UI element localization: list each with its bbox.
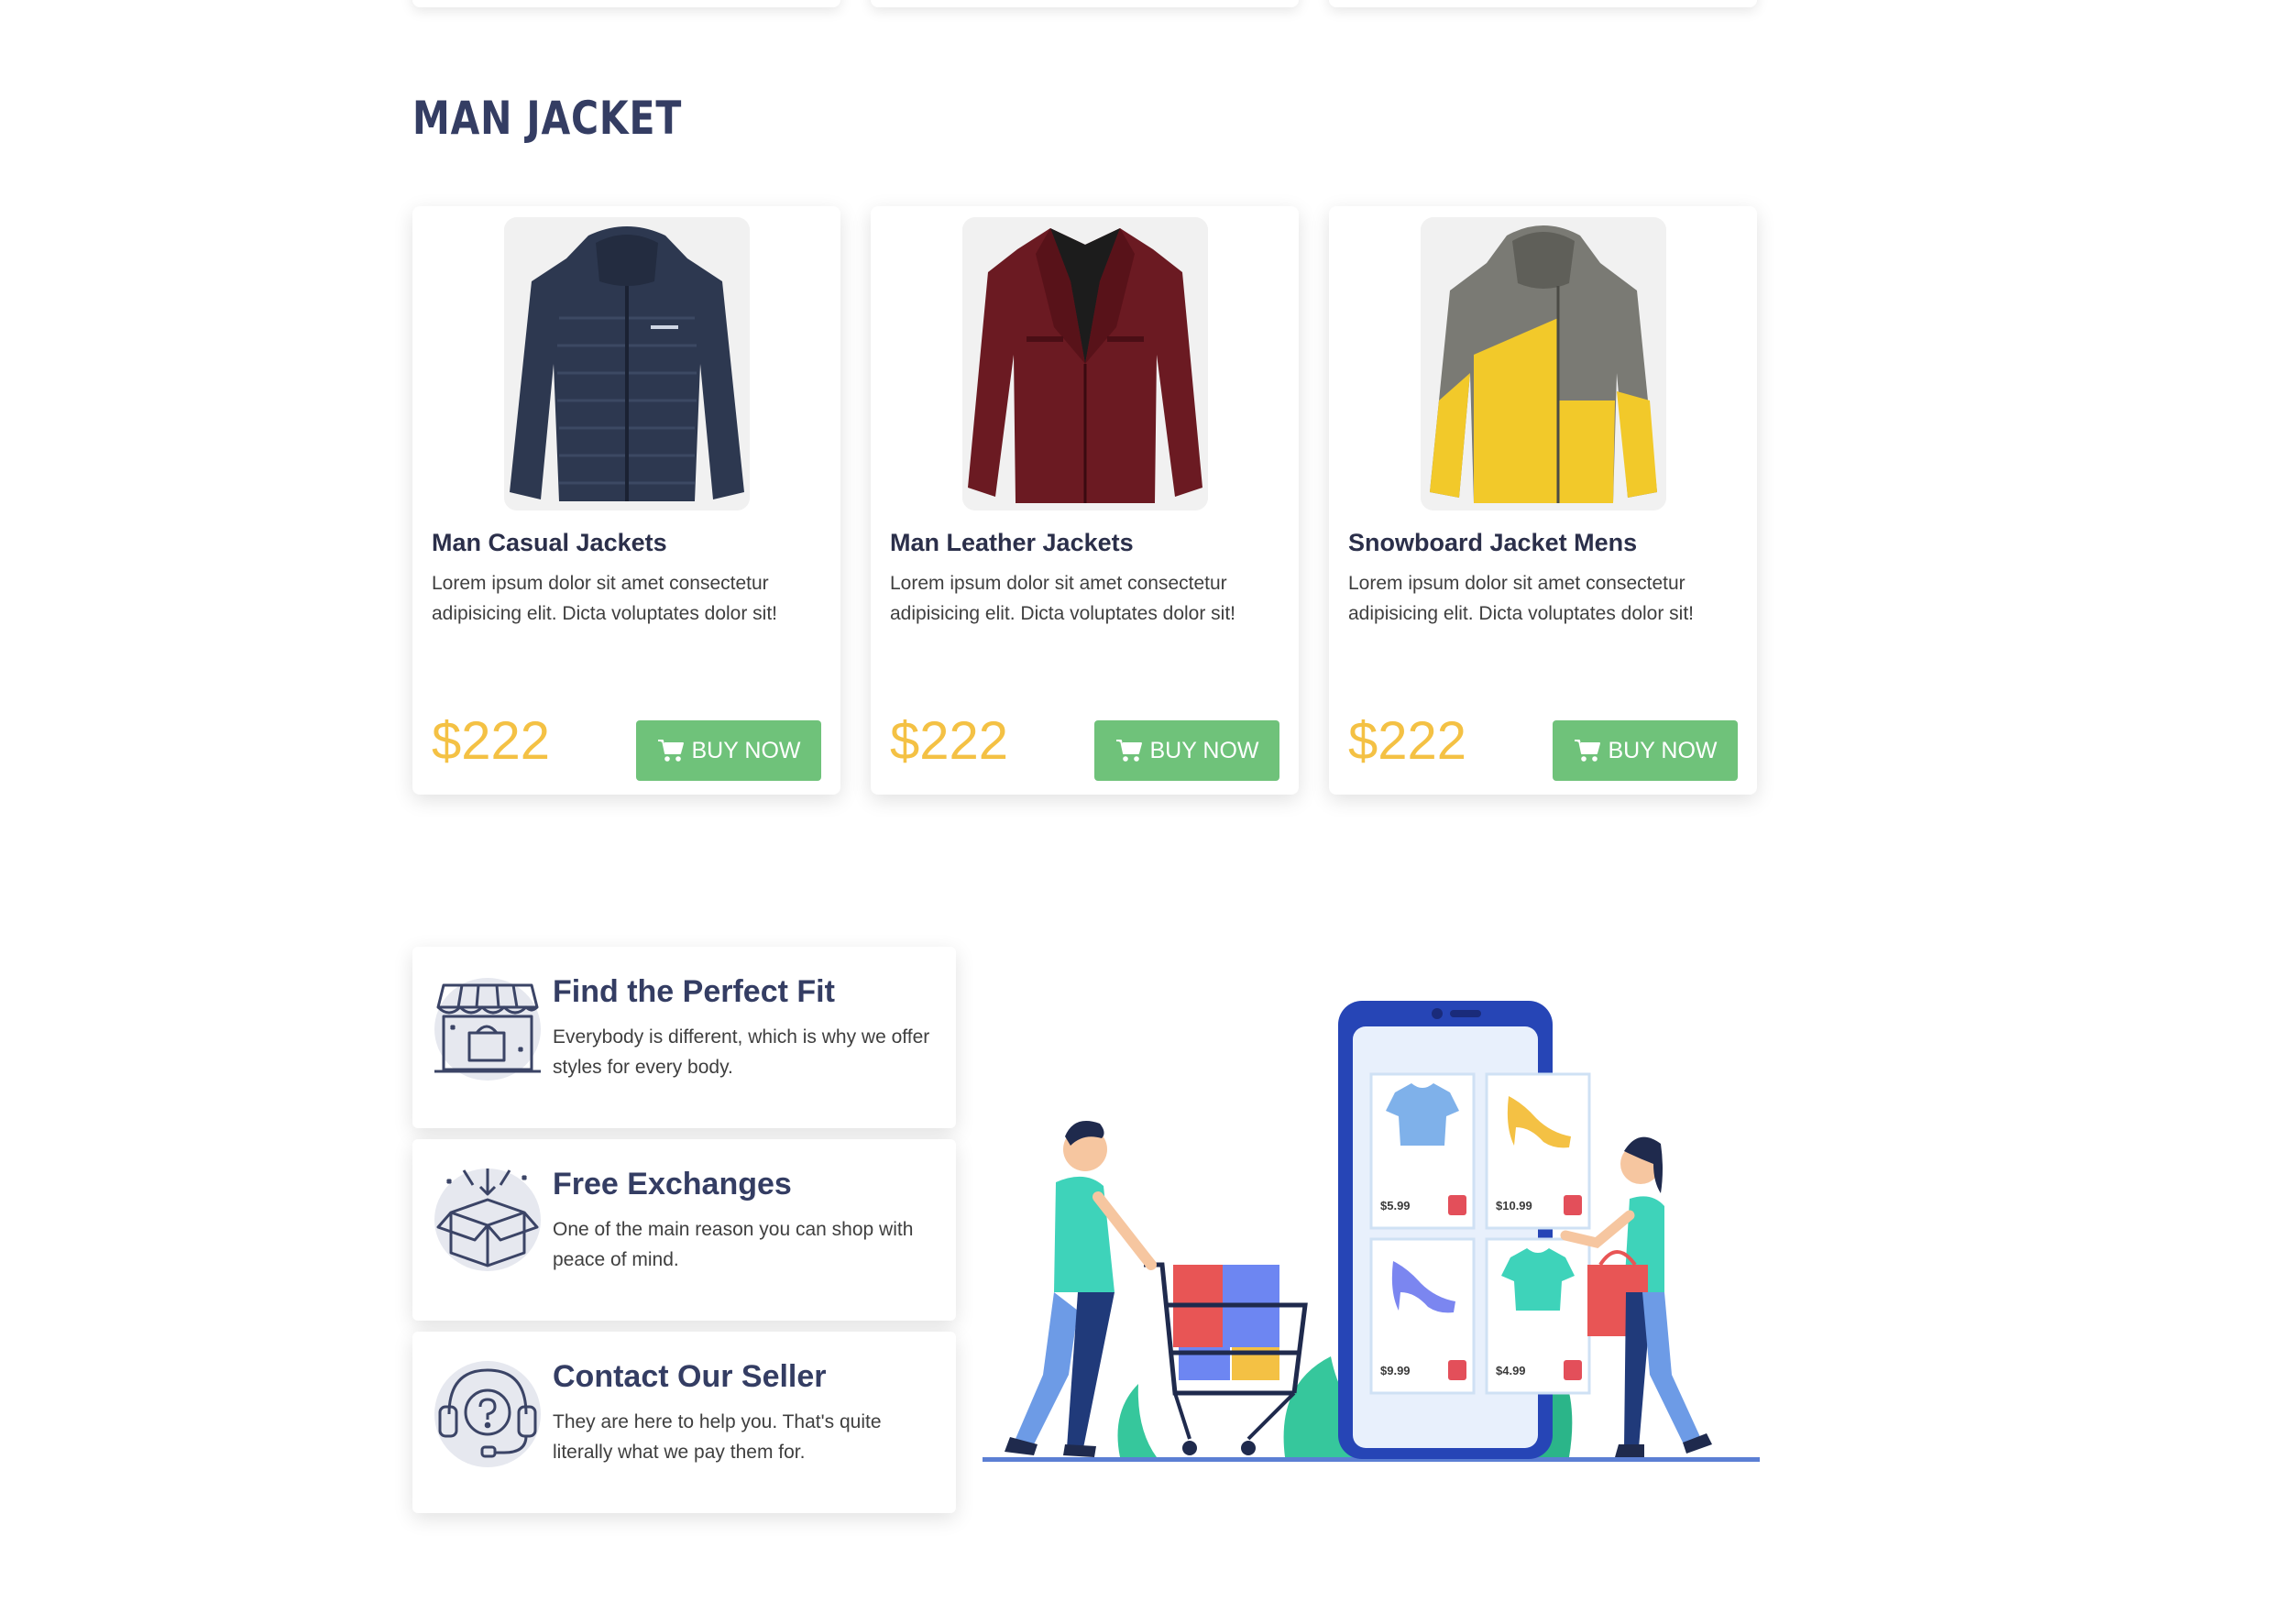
cart-icon — [657, 740, 684, 762]
navy-puffer-jacket-image — [504, 217, 750, 510]
product-description: Lorem ipsum dolor sit amet consectetur a… — [890, 573, 1236, 624]
tile-price: $10.99 — [1496, 1199, 1532, 1213]
section-title: MAN JACKET — [412, 92, 683, 145]
product-card: Snowboard Jacket Mens Lorem ipsum dolor … — [1329, 206, 1757, 795]
storefront-icon — [434, 978, 541, 1081]
bag-icon — [1448, 1195, 1466, 1215]
product-price: $222 — [432, 711, 551, 771]
product-description: Lorem ipsum dolor sit amet consectetur a… — [432, 573, 778, 624]
cart-icon — [1115, 740, 1142, 762]
bag-icon — [1448, 1360, 1466, 1380]
product-title[interactable]: Snowboard Jacket Mens — [1348, 529, 1637, 557]
feature-description: Everybody is different, which is why we … — [553, 1026, 930, 1078]
headset-support-icon — [434, 1361, 541, 1467]
product-image[interactable] — [504, 217, 750, 510]
feature-card: Contact Our Seller They are here to help… — [412, 1332, 956, 1513]
product-price: $222 — [1348, 711, 1467, 771]
online-shopping-illustration: $5.99 $10.99 $9.99 $4.99 — [983, 1001, 1760, 1462]
buy-now-button[interactable]: BUY NOW — [636, 720, 821, 781]
feature-title: Contact Our Seller — [553, 1359, 827, 1394]
bag-icon — [1564, 1195, 1582, 1215]
heel-tile: $10.99 — [1485, 1072, 1591, 1230]
feature-description: One of the main reason you can shop with… — [553, 1219, 914, 1270]
product-description: Lorem ipsum dolor sit amet consectetur a… — [1348, 573, 1695, 624]
tshirt-tile: $4.99 — [1485, 1237, 1591, 1395]
bag-icon — [1564, 1360, 1582, 1380]
product-image[interactable] — [1421, 217, 1666, 510]
product-price: $222 — [890, 711, 1009, 771]
previous-product-card-edge — [412, 0, 840, 7]
product-card: Man Leather Jackets Lorem ipsum dolor si… — [871, 206, 1299, 795]
shopping-cart-icon — [1144, 1262, 1308, 1455]
buy-now-button[interactable]: BUY NOW — [1553, 720, 1738, 781]
feature-title: Find the Perfect Fit — [553, 974, 835, 1009]
previous-product-card-edge — [871, 0, 1299, 7]
cart-icon — [1574, 740, 1600, 762]
buy-now-label: BUY NOW — [1149, 737, 1259, 763]
product-image[interactable] — [962, 217, 1208, 510]
product-title[interactable]: Man Casual Jackets — [432, 529, 667, 557]
product-title[interactable]: Man Leather Jackets — [890, 529, 1134, 557]
feature-description: They are here to help you. That's quite … — [553, 1411, 882, 1463]
tile-price: $5.99 — [1380, 1199, 1411, 1213]
heel-tile: $9.99 — [1369, 1237, 1476, 1395]
tile-price: $4.99 — [1496, 1364, 1526, 1377]
buy-now-label: BUY NOW — [1608, 737, 1718, 763]
product-card: Man Casual Jackets Lorem ipsum dolor sit… — [412, 206, 840, 795]
grey-yellow-snowboard-jacket-image — [1421, 217, 1666, 510]
previous-product-card-edge — [1329, 0, 1757, 7]
buy-now-button[interactable]: BUY NOW — [1094, 720, 1279, 781]
buy-now-label: BUY NOW — [691, 737, 801, 763]
tile-price: $9.99 — [1380, 1364, 1411, 1377]
feature-card: Free Exchanges One of the main reason yo… — [412, 1139, 956, 1321]
open-box-icon — [434, 1169, 541, 1271]
feature-title: Free Exchanges — [553, 1167, 792, 1202]
tshirt-tile: $5.99 — [1369, 1072, 1476, 1230]
plant-icon — [1117, 1384, 1157, 1457]
burgundy-leather-jacket-image — [962, 217, 1208, 510]
feature-card: Find the Perfect Fit Everybody is differ… — [412, 947, 956, 1128]
